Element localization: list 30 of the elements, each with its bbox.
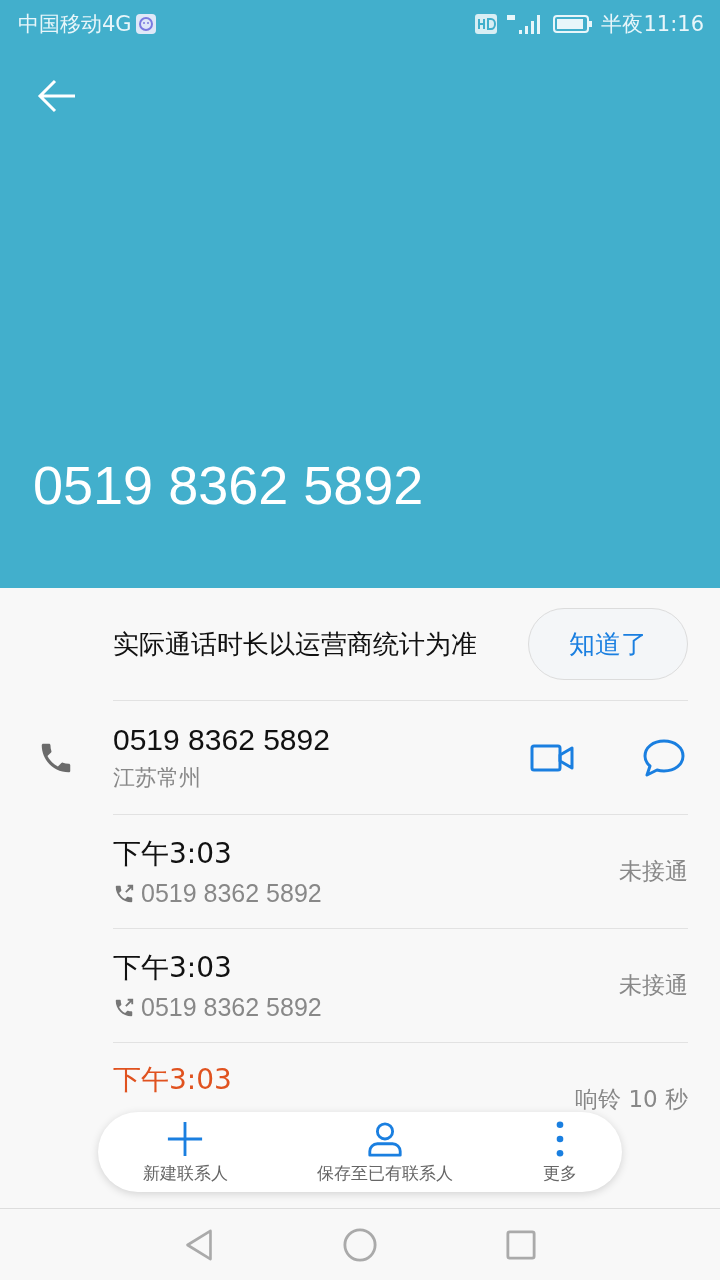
hd-icon bbox=[475, 14, 498, 34]
call-time: 下午3:03 bbox=[113, 1061, 233, 1098]
recents-nav-icon[interactable] bbox=[505, 1229, 536, 1260]
call-time: 下午3:03 bbox=[113, 836, 233, 872]
battery-icon bbox=[553, 14, 594, 34]
outgoing-call-icon bbox=[113, 996, 135, 1019]
call-number: 0519 8362 5892 bbox=[141, 879, 322, 908]
clock-label: 半夜11:16 bbox=[601, 11, 704, 38]
person-icon bbox=[366, 1119, 405, 1158]
message-icon[interactable] bbox=[642, 737, 686, 778]
phone-number-title: 0519 8362 5892 bbox=[33, 454, 425, 516]
contact-number: 0519 8362 5892 bbox=[113, 722, 331, 757]
call-result: 响铃 10 秒 bbox=[575, 1085, 688, 1114]
video-call-icon[interactable] bbox=[530, 743, 574, 772]
got-it-button[interactable]: 知道了 bbox=[528, 608, 688, 680]
add-icon bbox=[166, 1119, 205, 1158]
outgoing-call-icon bbox=[113, 882, 135, 905]
home-nav-icon[interactable] bbox=[343, 1227, 377, 1262]
action-button[interactable]: 保存至已有联系人 bbox=[317, 1119, 454, 1185]
action-button[interactable]: 更多 bbox=[543, 1119, 578, 1185]
notice-text: 实际通话时长以运营商统计为准 bbox=[113, 628, 478, 661]
location-label: 江苏常州 bbox=[113, 763, 202, 792]
action-button[interactable]: 新建联系人 bbox=[142, 1119, 228, 1185]
call-time: 下午3:03 bbox=[113, 950, 233, 986]
call-result: 未接通 bbox=[619, 971, 688, 1000]
chat-app-icon bbox=[135, 14, 156, 34]
call-number: 0519 8362 5892 bbox=[141, 993, 322, 1022]
back-arrow-icon[interactable] bbox=[37, 78, 77, 114]
call-result: 未接通 bbox=[619, 857, 688, 886]
carrier-label: 中国移动4G bbox=[18, 11, 132, 38]
